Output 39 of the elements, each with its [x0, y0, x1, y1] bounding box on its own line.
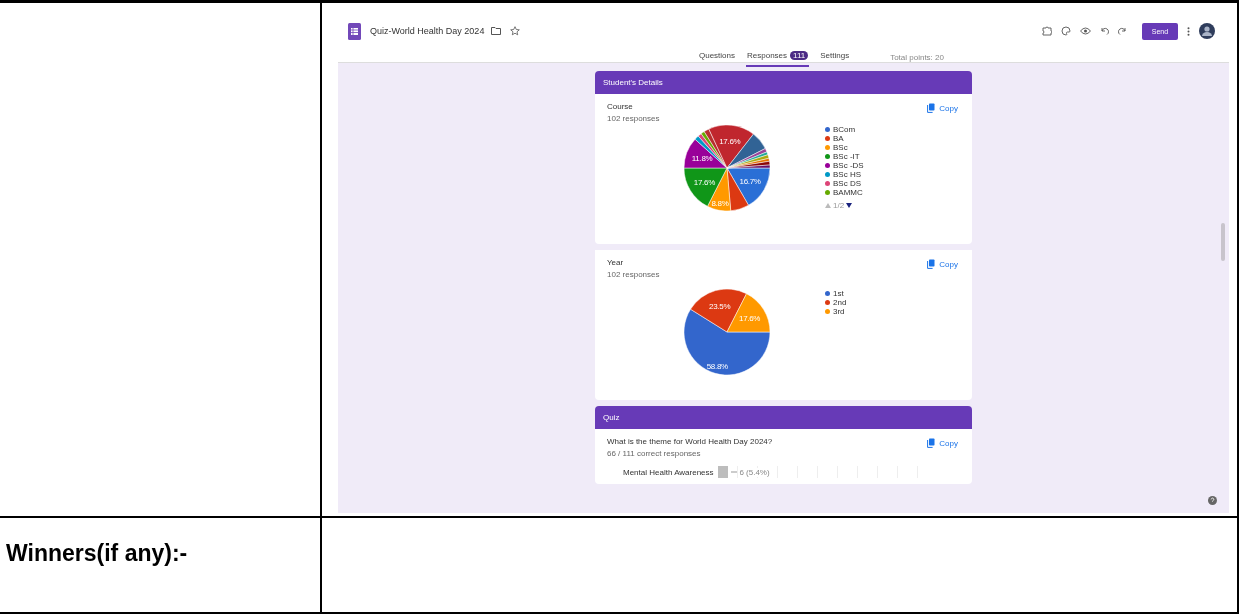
question-title: Course: [607, 102, 634, 111]
legend-label: BAMMC: [833, 188, 863, 197]
legend-label: BSc -DS: [833, 161, 864, 170]
tab[interactable]: Questions: [698, 51, 737, 67]
page-indicator: 1/2: [833, 201, 845, 210]
option-label: Mental Health Awareness: [623, 467, 714, 477]
tab[interactable]: Settings: [819, 51, 851, 67]
slice-label: 17.6%: [693, 177, 715, 187]
slice-label: 17.6%: [719, 137, 741, 146]
slice-label: 58.8%: [706, 361, 728, 371]
response-count: 102 responses: [607, 270, 660, 279]
tab[interactable]: Responses 111: [746, 51, 810, 67]
legend-label: BCom: [833, 125, 856, 134]
legend-label: BSc DS: [833, 179, 861, 188]
slice-label: 8.8%: [711, 198, 729, 208]
legend-label: BSc -IT: [833, 152, 860, 161]
legend-label: 1st: [833, 289, 844, 298]
section-header: Quiz: [595, 406, 972, 429]
legend-label: 3rd: [833, 307, 845, 316]
question-title: Year: [607, 258, 625, 267]
legend-label: BA: [833, 134, 844, 143]
question-title: What is the theme for World Health Day 2024?: [607, 437, 773, 446]
total-points: Total points: 20: [890, 53, 944, 64]
slice-label: 17.6%: [739, 313, 761, 323]
legend-label: BSc HS: [833, 170, 861, 179]
slice-label: 11.8%: [691, 153, 713, 163]
slice-label: 23.5%: [709, 301, 731, 311]
legend-label: 2nd: [833, 298, 847, 307]
bar-value: 6 (5.4%): [739, 467, 770, 477]
slice-label: 16.7%: [739, 176, 761, 186]
copy-button[interactable]: Copy: [927, 102, 958, 114]
copy-button[interactable]: Copy: [927, 437, 958, 449]
form-title[interactable]: Quiz-World Health Day 2024: [370, 26, 485, 36]
winners-label: Winners(if any):-: [6, 540, 188, 567]
section-header: Student's Details: [595, 71, 972, 94]
legend-label: BSc: [833, 143, 848, 152]
response-count: 102 responses: [607, 114, 660, 123]
copy-button[interactable]: Copy: [927, 258, 958, 270]
response-count: 66 / 111 correct responses: [607, 449, 702, 458]
